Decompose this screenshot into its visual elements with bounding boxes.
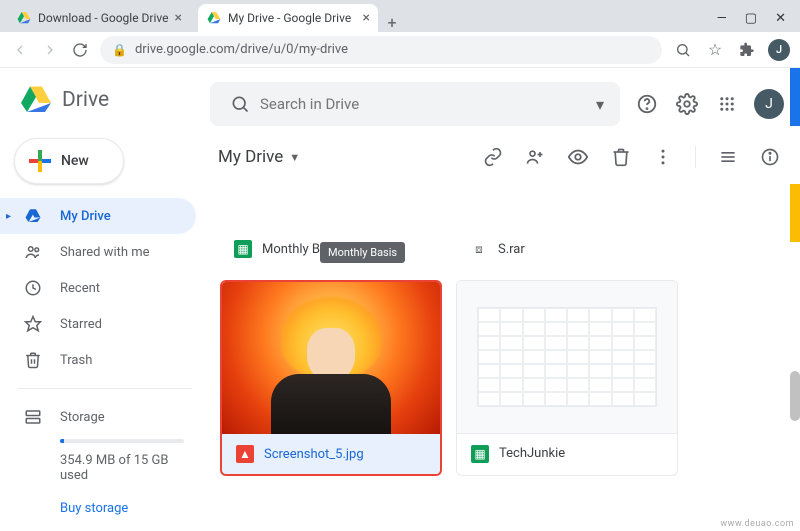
tab-title: My Drive - Google Drive [228, 11, 351, 25]
new-button[interactable]: New [14, 138, 124, 184]
share-icon[interactable] [525, 147, 545, 167]
main: ▾ J My Drive ▼ [210, 68, 800, 531]
close-icon[interactable]: × [175, 10, 182, 26]
storage-icon [24, 408, 42, 426]
sidebar-item-recent[interactable]: Recent [0, 270, 196, 306]
topbar: ▾ J [210, 68, 800, 136]
sidebar-item-label: Trash [60, 353, 92, 368]
file-card[interactable]: ⧈ S.rar [456, 176, 678, 266]
storage-used-text: 354.9 MB of 15 GB used [24, 443, 192, 497]
trash-icon [24, 351, 42, 369]
tab-title: Download - Google Drive [38, 11, 169, 25]
sidebar-item-label: Starred [60, 317, 102, 332]
window-controls: — ▢ ✕ [717, 11, 800, 32]
new-tab-button[interactable]: + [378, 13, 406, 32]
sidebar-item-label: Shared with me [60, 245, 150, 260]
link-icon[interactable] [483, 147, 503, 167]
file-thumbnail [222, 282, 440, 434]
path-current: My Drive [218, 147, 283, 167]
gear-icon[interactable] [674, 93, 700, 115]
sidebar-item-storage[interactable]: Storage [24, 399, 192, 435]
delete-icon[interactable] [611, 147, 631, 167]
help-icon[interactable] [634, 93, 660, 115]
search-box[interactable]: ▾ [210, 82, 620, 126]
file-grid: ▦ Monthly Basis ⧈ S.rar Monthly Basis [210, 176, 800, 531]
sidebar-item-shared[interactable]: Shared with me [0, 234, 196, 270]
content-toolbar: My Drive ▼ [210, 136, 800, 176]
reload-icon[interactable] [70, 42, 90, 58]
nav-list: ▸ My Drive Shared with me Recent Starred… [0, 198, 210, 378]
sidebar-item-starred[interactable]: Starred [0, 306, 196, 342]
sheets-icon: ▦ [234, 240, 252, 258]
file-thumbnail [457, 281, 677, 433]
search-input[interactable] [260, 95, 590, 113]
drive-favicon [206, 10, 222, 26]
storage-bar [60, 439, 184, 443]
drive-favicon [16, 10, 32, 26]
tooltip: Monthly Basis [320, 242, 405, 263]
caret-icon: ▸ [6, 211, 11, 222]
account-avatar[interactable]: J [754, 89, 784, 119]
plus-icon [29, 150, 51, 172]
browser-tab-active[interactable]: My Drive - Google Drive × [198, 4, 378, 32]
image-icon: ▲ [236, 445, 254, 463]
sidebar-item-trash[interactable]: Trash [0, 342, 196, 378]
file-name: S.rar [498, 242, 525, 257]
separator [695, 146, 696, 168]
url-field[interactable]: 🔒 drive.google.com/drive/u/0/my-drive [100, 36, 662, 64]
sheets-icon: ▦ [471, 445, 489, 463]
file-card[interactable]: ▦ TechJunkie [456, 280, 678, 476]
buy-storage-link[interactable]: Buy storage [24, 501, 128, 516]
storage-section: Storage 354.9 MB of 15 GB used Buy stora… [0, 399, 210, 516]
maximize-icon[interactable]: ▢ [745, 11, 757, 26]
sidebar-item-label: Recent [60, 281, 100, 296]
chevron-down-icon: ▼ [289, 151, 300, 164]
preview-icon[interactable] [567, 146, 589, 168]
forward-icon[interactable] [40, 42, 60, 58]
side-panel-strip [790, 68, 800, 531]
close-icon[interactable]: × [363, 10, 370, 26]
address-bar: 🔒 drive.google.com/drive/u/0/my-drive ☆ … [0, 32, 800, 68]
drive-logo-icon [18, 82, 54, 118]
archive-icon: ⧈ [470, 240, 488, 258]
browser-tab[interactable]: Download - Google Drive × [8, 4, 190, 32]
file-name: TechJunkie [499, 446, 565, 461]
browser-tab-strip: Download - Google Drive × My Drive - Goo… [0, 0, 800, 32]
people-icon [24, 243, 42, 261]
url-text: drive.google.com/drive/u/0/my-drive [135, 42, 348, 57]
drive-icon [24, 207, 42, 225]
sidebar-item-my-drive[interactable]: ▸ My Drive [0, 198, 196, 234]
brand-name: Drive [62, 88, 109, 112]
profile-avatar[interactable]: J [768, 39, 790, 61]
back-icon[interactable] [10, 42, 30, 58]
extensions-icon[interactable] [736, 42, 758, 58]
breadcrumb[interactable]: My Drive ▼ [218, 147, 300, 167]
sidebar: Drive New ▸ My Drive Shared with me Rece… [0, 68, 210, 531]
star-icon[interactable]: ☆ [704, 40, 726, 59]
close-window-icon[interactable]: ✕ [775, 11, 786, 26]
file-card-selected[interactable]: ▲ Screenshot_5.jpg [220, 280, 442, 476]
list-view-icon[interactable] [718, 147, 738, 167]
storage-label: Storage [60, 410, 105, 425]
apps-icon[interactable] [714, 95, 740, 113]
minimize-icon[interactable]: — [717, 11, 727, 26]
star-icon [24, 315, 42, 333]
lock-icon: 🔒 [112, 43, 127, 57]
watermark: www.deuao.com [720, 519, 794, 529]
zoom-icon[interactable] [672, 42, 694, 58]
divider [18, 388, 192, 389]
action-bar [483, 146, 780, 168]
search-icon [220, 94, 260, 114]
brand[interactable]: Drive [0, 82, 210, 132]
sidebar-item-label: My Drive [60, 209, 111, 224]
more-icon[interactable] [653, 147, 673, 167]
info-icon[interactable] [760, 147, 780, 167]
clock-icon [24, 279, 42, 297]
file-name: Screenshot_5.jpg [264, 447, 364, 462]
search-options-icon[interactable]: ▾ [590, 95, 610, 114]
